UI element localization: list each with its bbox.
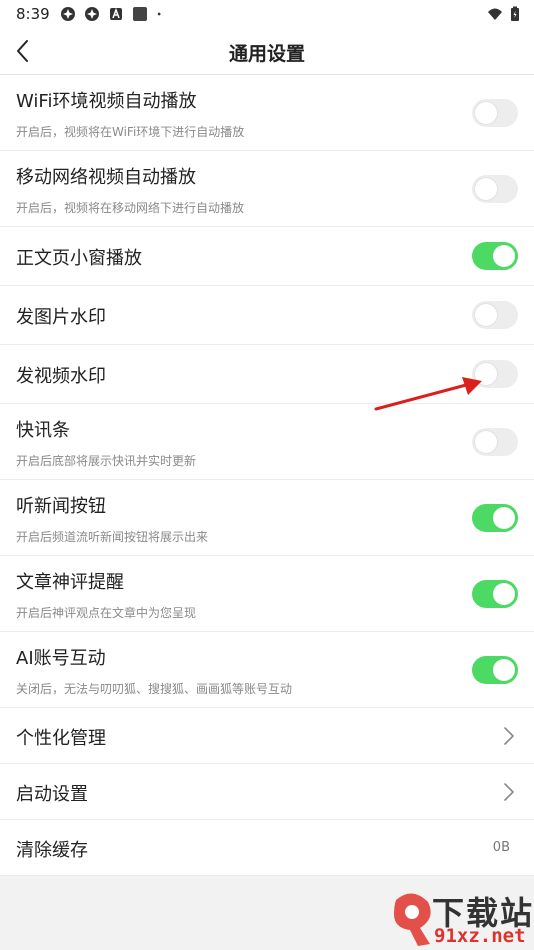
page-title: 通用设置	[228, 43, 305, 65]
setting-subtitle: 开启后底部将展示快讯并实时更新	[16, 454, 197, 468]
setting-subtitle: 开启后，视频将在移动网络下进行自动播放	[16, 201, 245, 215]
status-notification-icons	[60, 6, 166, 22]
site-watermark: 下载站 91xz.net	[390, 888, 534, 950]
setting-comment-reminder: 文章神评提醒 开启后神评观点在文章中为您呈现	[0, 556, 534, 632]
app-icon	[85, 7, 99, 21]
setting-news-ticker: 快讯条 开启后底部将展示快讯并实时更新	[0, 404, 534, 480]
app-icon	[133, 7, 147, 21]
watermark-url: 91xz.net	[434, 925, 526, 947]
app-icon	[61, 7, 75, 21]
setting-title: 听新闻按钮	[16, 496, 106, 517]
setting-title: 发视频水印	[16, 366, 106, 387]
mini-window-toggle[interactable]	[472, 242, 518, 270]
setting-title: 正文页小窗播放	[16, 248, 142, 269]
setting-title: 文章神评提醒	[16, 572, 124, 593]
nav-title: 清除缓存	[16, 840, 88, 861]
image-watermark-toggle[interactable]	[472, 301, 518, 329]
watermark-logo-icon	[394, 893, 431, 946]
annotation-arrow-icon	[374, 377, 482, 411]
nav-clear-cache[interactable]: 清除缓存 0B	[0, 820, 534, 876]
setting-mini-window: 正文页小窗播放	[0, 227, 534, 286]
settings-list: WiFi环境视频自动播放 开启后，视频将在WiFi环境下进行自动播放 移动网络视…	[0, 75, 534, 876]
setting-subtitle: 开启后，视频将在WiFi环境下进行自动播放	[16, 125, 245, 139]
nav-title: 个性化管理	[16, 728, 106, 749]
news-ticker-toggle[interactable]	[472, 428, 518, 456]
wifi-autoplay-toggle[interactable]	[472, 99, 518, 127]
comment-reminder-toggle[interactable]	[472, 580, 518, 608]
setting-wifi-autoplay: WiFi环境视频自动播放 开启后，视频将在WiFi环境下进行自动播放	[0, 75, 534, 151]
status-bar: 8:39	[0, 0, 534, 28]
app-icon	[110, 7, 122, 20]
setting-title: 移动网络视频自动播放	[16, 167, 196, 188]
dot-icon	[157, 12, 161, 16]
setting-ai-account: AI账号互动 关闭后，无法与叨叨狐、搜搜狐、画画狐等账号互动	[0, 632, 534, 708]
nav-startup-settings[interactable]: 启动设置	[0, 764, 534, 820]
battery-icon	[511, 6, 519, 21]
setting-mobile-autoplay: 移动网络视频自动播放 开启后，视频将在移动网络下进行自动播放	[0, 151, 534, 227]
cache-size: 0B	[492, 840, 510, 855]
app-bar: 通用设置	[0, 28, 534, 75]
nav-title: 启动设置	[16, 784, 88, 805]
mobile-autoplay-toggle[interactable]	[472, 175, 518, 203]
setting-image-watermark: 发图片水印	[0, 286, 534, 345]
setting-subtitle: 关闭后，无法与叨叨狐、搜搜狐、画画狐等账号互动	[16, 682, 293, 696]
setting-subtitle: 开启后频道流听新闻按钮将展示出来	[16, 530, 209, 544]
setting-title: 快讯条	[16, 420, 70, 441]
status-system-icons	[486, 6, 520, 22]
chevron-right-icon	[504, 727, 514, 745]
wifi-icon	[488, 8, 502, 20]
ai-account-toggle[interactable]	[472, 656, 518, 684]
setting-title: AI账号互动	[16, 648, 106, 669]
listen-news-toggle[interactable]	[472, 504, 518, 532]
status-time: 8:39	[16, 5, 50, 23]
nav-personalization[interactable]: 个性化管理	[0, 708, 534, 764]
setting-title: WiFi环境视频自动播放	[16, 91, 197, 112]
setting-subtitle: 开启后神评观点在文章中为您呈现	[16, 606, 197, 620]
setting-listen-news-button: 听新闻按钮 开启后频道流听新闻按钮将展示出来	[0, 480, 534, 556]
chevron-right-icon	[504, 783, 514, 801]
setting-title: 发图片水印	[16, 307, 106, 328]
